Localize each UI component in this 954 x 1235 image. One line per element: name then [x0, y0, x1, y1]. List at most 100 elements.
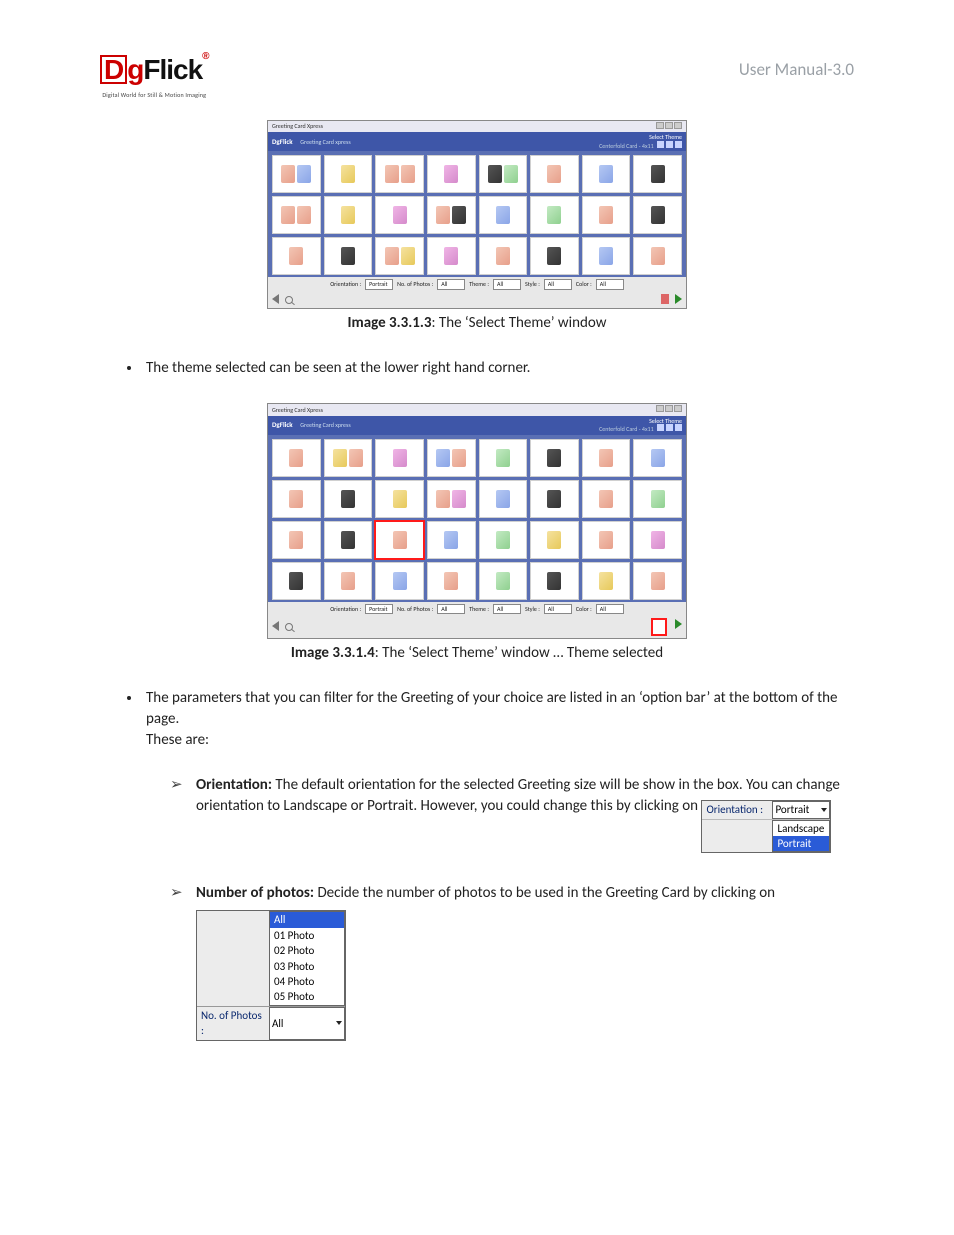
photos-option[interactable]: All — [270, 912, 344, 927]
color-label: Color : — [576, 280, 592, 288]
theme-thumb[interactable] — [479, 480, 528, 518]
theme-thumb[interactable] — [427, 439, 476, 477]
theme-thumb[interactable] — [633, 155, 682, 193]
theme-thumb[interactable] — [530, 155, 579, 193]
theme-thumb[interactable] — [324, 439, 373, 477]
theme-thumb[interactable] — [582, 196, 631, 234]
theme-thumb[interactable] — [633, 237, 682, 275]
theme-thumb[interactable] — [427, 521, 476, 559]
brush-icon[interactable] — [666, 424, 673, 431]
window-controls[interactable] — [655, 405, 682, 414]
nav-back-icon[interactable] — [272, 294, 279, 304]
theme-thumb[interactable] — [530, 196, 579, 234]
photos-option[interactable]: 05 Photo — [270, 989, 344, 1004]
theme-thumb[interactable] — [272, 521, 321, 559]
color-dropdown[interactable]: All — [596, 279, 624, 289]
theme-thumb[interactable] — [375, 155, 424, 193]
theme-thumb[interactable] — [324, 155, 373, 193]
orientation-label: Orientation : — [702, 801, 772, 818]
screenshot-select-theme-selected: Greeting Card Xpress DgFlick Greeting Ca… — [267, 403, 687, 639]
theme-thumb[interactable] — [633, 480, 682, 518]
theme-thumb[interactable] — [324, 480, 373, 518]
theme-grid — [268, 435, 686, 602]
theme-thumb[interactable] — [582, 562, 631, 600]
theme-thumb[interactable] — [324, 521, 373, 559]
theme-thumb[interactable] — [633, 562, 682, 600]
photos-dropdown[interactable]: All — [437, 604, 465, 614]
theme-thumb[interactable] — [479, 521, 528, 559]
photos-option[interactable]: 03 Photo — [270, 959, 344, 974]
theme-dropdown[interactable]: All — [493, 604, 521, 614]
orientation-dropdown[interactable]: Portrait — [365, 279, 393, 289]
home-icon[interactable] — [657, 424, 664, 431]
theme-thumb[interactable] — [272, 155, 321, 193]
theme-thumb[interactable] — [324, 562, 373, 600]
photos-option[interactable]: 02 Photo — [270, 943, 344, 958]
theme-thumb[interactable] — [375, 439, 424, 477]
theme-thumb[interactable] — [582, 521, 631, 559]
topbar-context: Select Theme Centerfold Card - 4x11 — [599, 418, 682, 433]
theme-thumb[interactable] — [272, 439, 321, 477]
photos-option[interactable]: 01 Photo — [270, 928, 344, 943]
orientation-snippet: Orientation : Portrait Landscape Portrai… — [701, 800, 831, 853]
theme-thumb[interactable] — [375, 237, 424, 275]
theme-thumb[interactable] — [633, 439, 682, 477]
theme-thumb[interactable] — [427, 155, 476, 193]
color-dropdown[interactable]: All — [596, 604, 624, 614]
theme-thumb-selected[interactable] — [375, 521, 424, 559]
bullet-list-2: The parameters that you can filter for t… — [142, 688, 854, 751]
theme-thumb[interactable] — [530, 562, 579, 600]
photos-popup: All 01 Photo 02 Photo 03 Photo 04 Photo … — [269, 911, 345, 1005]
theme-thumb[interactable] — [479, 237, 528, 275]
theme-thumb[interactable] — [633, 521, 682, 559]
style-dropdown[interactable]: All — [544, 604, 572, 614]
theme-dropdown[interactable]: All — [493, 279, 521, 289]
orientation-dropdown[interactable]: Portrait — [365, 604, 393, 614]
theme-thumb[interactable] — [272, 196, 321, 234]
orientation-field[interactable]: Portrait — [772, 801, 830, 818]
theme-thumb[interactable] — [427, 480, 476, 518]
theme-thumb[interactable] — [530, 237, 579, 275]
zoom-icon[interactable] — [285, 623, 293, 631]
theme-thumb[interactable] — [272, 480, 321, 518]
theme-thumb[interactable] — [633, 196, 682, 234]
nav-back-icon[interactable] — [272, 621, 279, 631]
theme-thumb[interactable] — [530, 439, 579, 477]
theme-thumb[interactable] — [324, 196, 373, 234]
theme-thumb[interactable] — [479, 562, 528, 600]
help-icon[interactable] — [675, 424, 682, 431]
theme-thumb[interactable] — [582, 480, 631, 518]
theme-thumb[interactable] — [582, 439, 631, 477]
logo-text: DgFlick® — [100, 50, 209, 89]
theme-thumb[interactable] — [272, 562, 321, 600]
home-icon[interactable] — [657, 141, 664, 148]
window-controls[interactable] — [655, 122, 682, 131]
theme-thumb[interactable] — [530, 480, 579, 518]
zoom-icon[interactable] — [285, 296, 293, 304]
orientation-option[interactable]: Landscape — [773, 821, 829, 836]
theme-thumb[interactable] — [479, 439, 528, 477]
theme-thumb[interactable] — [479, 155, 528, 193]
theme-thumb[interactable] — [375, 562, 424, 600]
bottom-nav — [268, 616, 686, 638]
style-dropdown[interactable]: All — [544, 279, 572, 289]
theme-thumb[interactable] — [272, 237, 321, 275]
photos-field[interactable]: All — [269, 1007, 345, 1040]
theme-thumb[interactable] — [479, 196, 528, 234]
theme-thumb[interactable] — [427, 237, 476, 275]
theme-thumb[interactable] — [375, 480, 424, 518]
photos-dropdown[interactable]: All — [437, 279, 465, 289]
theme-thumb[interactable] — [324, 237, 373, 275]
brush-icon[interactable] — [666, 141, 673, 148]
theme-thumb[interactable] — [530, 521, 579, 559]
theme-thumb[interactable] — [427, 562, 476, 600]
photos-option[interactable]: 04 Photo — [270, 974, 344, 989]
nav-next-icon[interactable] — [675, 294, 682, 304]
help-icon[interactable] — [675, 141, 682, 148]
nav-next-icon[interactable] — [675, 619, 682, 629]
theme-thumb[interactable] — [582, 237, 631, 275]
theme-thumb[interactable] — [582, 155, 631, 193]
theme-thumb[interactable] — [427, 196, 476, 234]
theme-thumb[interactable] — [375, 196, 424, 234]
orientation-option[interactable]: Portrait — [773, 836, 829, 851]
